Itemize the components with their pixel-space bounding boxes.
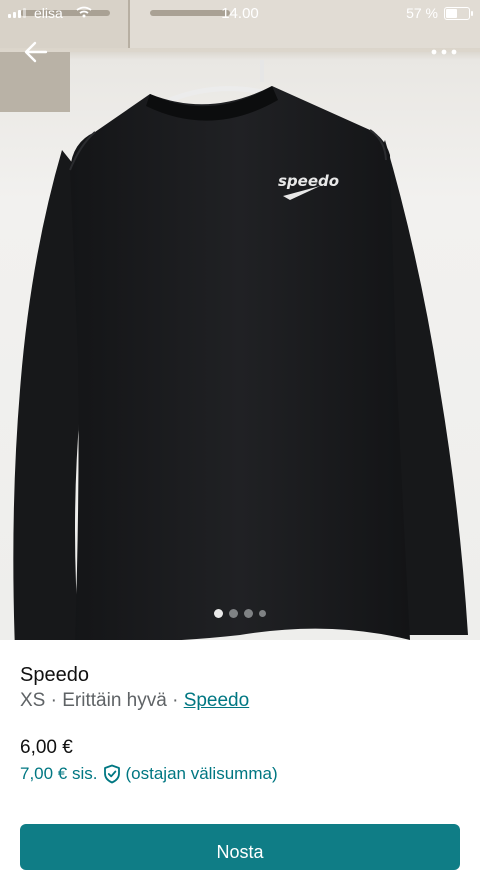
item-photo[interactable]: speedo	[0, 0, 480, 640]
buyer-protection-label: (ostajan välisumma)	[125, 764, 278, 783]
shirt-image: speedo	[13, 60, 468, 640]
meta-separator: ·	[172, 690, 179, 711]
meta-separator: ·	[50, 690, 57, 711]
brand-link[interactable]: Speedo	[184, 690, 250, 711]
item-price: 6,00 €	[20, 737, 73, 758]
price-incl-text: 7,00 € sis.	[20, 764, 98, 783]
item-meta: XS · Erittäin hyvä · Speedo	[20, 690, 249, 712]
buyer-protection-price[interactable]: 7,00 € sis. (ostajan välisumma)	[20, 764, 278, 784]
pager-dot[interactable]	[229, 609, 238, 618]
shield-check-icon	[103, 764, 120, 784]
pager-dot[interactable]	[244, 609, 253, 618]
battery-icon	[444, 7, 473, 20]
arrow-left-icon[interactable]	[22, 38, 50, 66]
item-condition: Erittäin hyvä	[62, 690, 167, 711]
battery-percent: 57 %	[406, 5, 438, 21]
photo-pager[interactable]	[0, 609, 480, 618]
buy-button[interactable]: Nosta	[20, 824, 460, 870]
speedo-logo: speedo	[278, 172, 339, 190]
buy-button-label: Nosta	[216, 842, 264, 862]
pager-dot[interactable]	[214, 609, 223, 618]
more-horizontal-icon[interactable]	[428, 40, 460, 64]
pager-dot[interactable]	[259, 610, 266, 617]
status-bar: elisa 14.00 57 %	[0, 0, 480, 28]
item-size: XS	[20, 690, 46, 711]
item-title: Speedo	[20, 664, 89, 686]
